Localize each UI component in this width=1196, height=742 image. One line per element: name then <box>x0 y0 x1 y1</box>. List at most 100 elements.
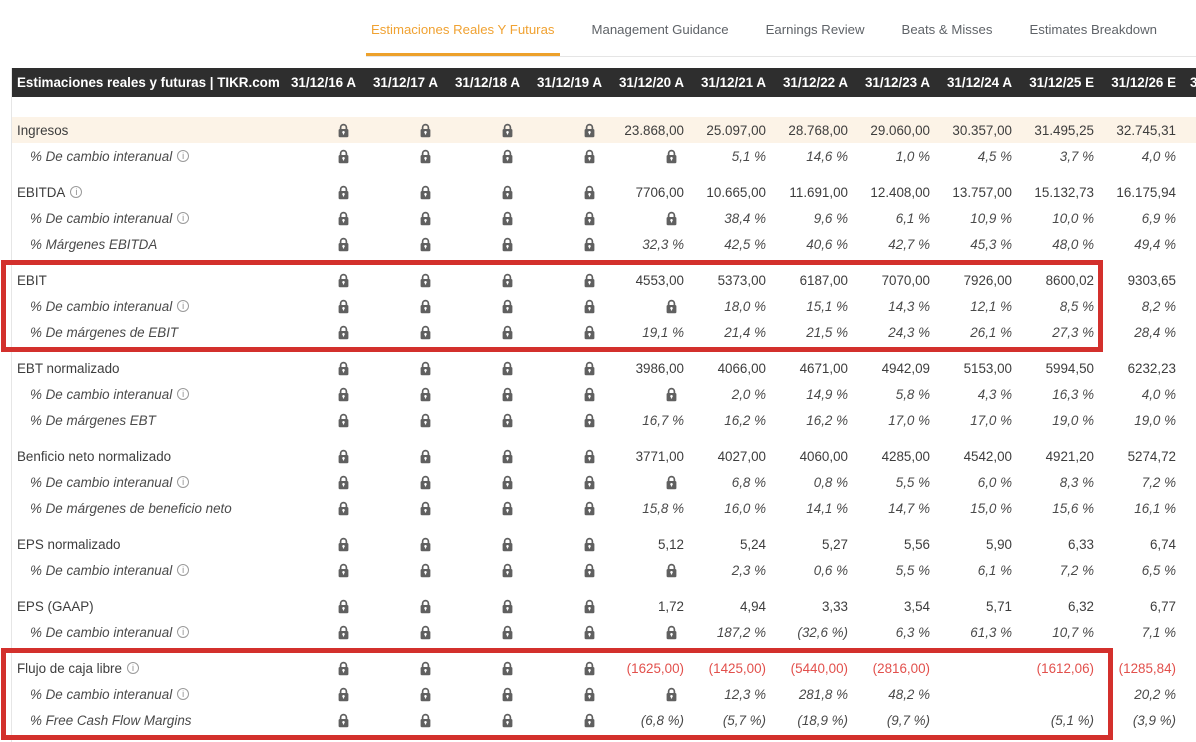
locked-cell[interactable] <box>442 386 524 402</box>
locked-cell[interactable] <box>442 448 524 464</box>
info-icon[interactable]: i <box>70 186 82 198</box>
locked-cell[interactable] <box>606 562 688 578</box>
locked-cell[interactable] <box>360 686 442 702</box>
locked-cell[interactable] <box>278 122 360 138</box>
info-icon[interactable]: i <box>177 564 189 576</box>
locked-cell[interactable] <box>524 562 606 578</box>
locked-cell[interactable] <box>278 562 360 578</box>
locked-cell[interactable] <box>278 298 360 314</box>
info-icon[interactable]: i <box>177 300 189 312</box>
info-icon[interactable]: i <box>177 388 189 400</box>
locked-cell[interactable] <box>442 148 524 164</box>
locked-cell[interactable] <box>360 412 442 428</box>
locked-cell[interactable] <box>360 298 442 314</box>
locked-cell[interactable] <box>524 686 606 702</box>
locked-cell[interactable] <box>442 598 524 614</box>
locked-cell[interactable] <box>278 360 360 376</box>
locked-cell[interactable] <box>442 562 524 578</box>
locked-cell[interactable] <box>442 500 524 516</box>
locked-cell[interactable] <box>278 272 360 288</box>
locked-cell[interactable] <box>524 210 606 226</box>
locked-cell[interactable] <box>278 624 360 640</box>
locked-cell[interactable] <box>524 412 606 428</box>
locked-cell[interactable] <box>524 712 606 728</box>
locked-cell[interactable] <box>360 660 442 676</box>
locked-cell[interactable] <box>360 360 442 376</box>
locked-cell[interactable] <box>360 122 442 138</box>
locked-cell[interactable] <box>442 272 524 288</box>
locked-cell[interactable] <box>524 184 606 200</box>
locked-cell[interactable] <box>278 386 360 402</box>
locked-cell[interactable] <box>360 148 442 164</box>
tab-4[interactable]: Estimates Breakdown <box>1024 0 1162 56</box>
locked-cell[interactable] <box>278 210 360 226</box>
locked-cell[interactable] <box>360 272 442 288</box>
locked-cell[interactable] <box>524 598 606 614</box>
info-icon[interactable]: i <box>177 626 189 638</box>
locked-cell[interactable] <box>524 500 606 516</box>
locked-cell[interactable] <box>442 536 524 552</box>
locked-cell[interactable] <box>360 474 442 490</box>
locked-cell[interactable] <box>524 324 606 340</box>
info-icon[interactable]: i <box>177 688 189 700</box>
locked-cell[interactable] <box>442 412 524 428</box>
locked-cell[interactable] <box>442 210 524 226</box>
locked-cell[interactable] <box>524 536 606 552</box>
locked-cell[interactable] <box>524 386 606 402</box>
locked-cell[interactable] <box>278 412 360 428</box>
locked-cell[interactable] <box>278 500 360 516</box>
locked-cell[interactable] <box>524 298 606 314</box>
locked-cell[interactable] <box>606 210 688 226</box>
info-icon[interactable]: i <box>177 150 189 162</box>
locked-cell[interactable] <box>606 148 688 164</box>
tab-0[interactable]: Estimaciones Reales Y Futuras <box>366 0 560 56</box>
locked-cell[interactable] <box>360 712 442 728</box>
locked-cell[interactable] <box>278 536 360 552</box>
info-icon[interactable]: i <box>177 212 189 224</box>
locked-cell[interactable] <box>360 184 442 200</box>
locked-cell[interactable] <box>278 686 360 702</box>
locked-cell[interactable] <box>524 122 606 138</box>
locked-cell[interactable] <box>442 686 524 702</box>
locked-cell[interactable] <box>442 660 524 676</box>
locked-cell[interactable] <box>442 298 524 314</box>
locked-cell[interactable] <box>278 474 360 490</box>
locked-cell[interactable] <box>442 184 524 200</box>
locked-cell[interactable] <box>360 210 442 226</box>
info-icon[interactable]: i <box>177 476 189 488</box>
locked-cell[interactable] <box>278 660 360 676</box>
locked-cell[interactable] <box>442 712 524 728</box>
locked-cell[interactable] <box>442 122 524 138</box>
locked-cell[interactable] <box>360 624 442 640</box>
locked-cell[interactable] <box>278 712 360 728</box>
locked-cell[interactable] <box>278 598 360 614</box>
locked-cell[interactable] <box>360 562 442 578</box>
locked-cell[interactable] <box>360 448 442 464</box>
locked-cell[interactable] <box>524 272 606 288</box>
locked-cell[interactable] <box>524 660 606 676</box>
locked-cell[interactable] <box>524 448 606 464</box>
locked-cell[interactable] <box>360 536 442 552</box>
locked-cell[interactable] <box>278 184 360 200</box>
locked-cell[interactable] <box>524 148 606 164</box>
locked-cell[interactable] <box>360 236 442 252</box>
locked-cell[interactable] <box>278 236 360 252</box>
locked-cell[interactable] <box>360 598 442 614</box>
locked-cell[interactable] <box>278 448 360 464</box>
locked-cell[interactable] <box>360 324 442 340</box>
locked-cell[interactable] <box>524 474 606 490</box>
tab-1[interactable]: Management Guidance <box>587 0 734 56</box>
locked-cell[interactable] <box>606 686 688 702</box>
locked-cell[interactable] <box>606 474 688 490</box>
info-icon[interactable]: i <box>127 662 139 674</box>
locked-cell[interactable] <box>442 324 524 340</box>
tab-2[interactable]: Earnings Review <box>761 0 870 56</box>
locked-cell[interactable] <box>442 236 524 252</box>
locked-cell[interactable] <box>606 624 688 640</box>
locked-cell[interactable] <box>442 624 524 640</box>
locked-cell[interactable] <box>606 298 688 314</box>
locked-cell[interactable] <box>360 386 442 402</box>
locked-cell[interactable] <box>442 360 524 376</box>
locked-cell[interactable] <box>360 500 442 516</box>
locked-cell[interactable] <box>524 624 606 640</box>
